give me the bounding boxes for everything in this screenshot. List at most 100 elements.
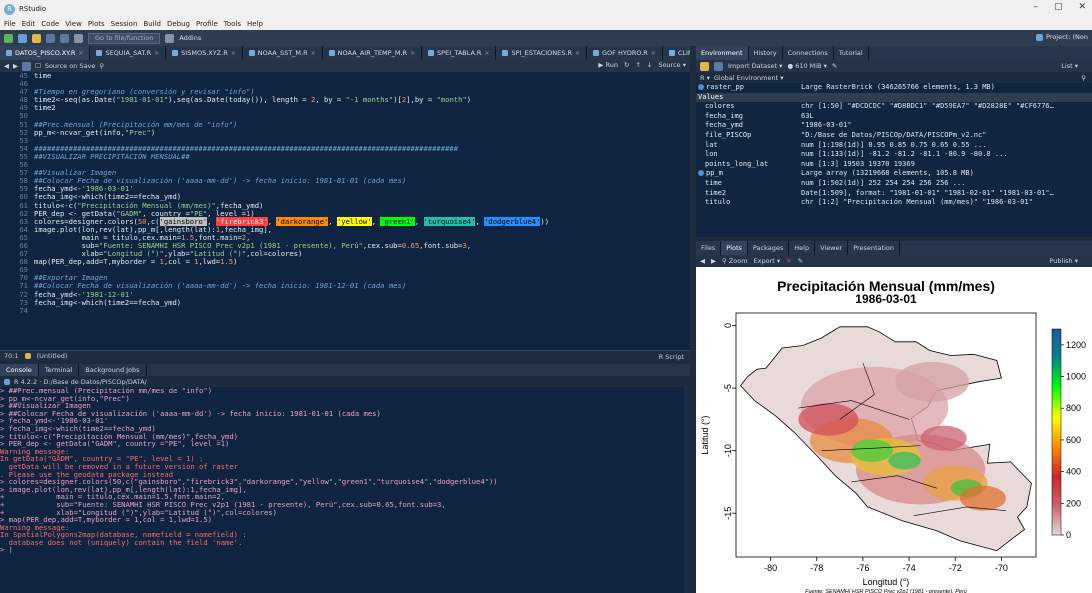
load-workspace-icon[interactable]: [700, 61, 709, 71]
console-output[interactable]: > ##Prec.mensual (Precipitación mm/mes d…: [0, 387, 684, 593]
close-tab-icon[interactable]: ×: [231, 50, 236, 57]
tab-history[interactable]: History: [749, 46, 783, 60]
editor-tab[interactable]: SISMOS.XYZ.R ×: [166, 46, 243, 60]
editor-tab[interactable]: NOAA_AIR_TEMP_M.R ×: [322, 46, 423, 60]
env-row[interactable]: fecha_img 63L: [696, 112, 1092, 122]
editor-tab[interactable]: DATOS_PISCO.XY.R ×: [0, 46, 91, 60]
save-file-icon[interactable]: [22, 61, 31, 71]
close-tab-icon[interactable]: ×: [78, 50, 83, 57]
up-arrow-icon[interactable]: ↑: [635, 61, 640, 69]
maximize-icon[interactable]: ▢: [1054, 2, 1063, 12]
next-plot-icon[interactable]: ▶: [711, 257, 716, 265]
env-row[interactable]: fecha_ymd "1986-03-01": [696, 121, 1092, 131]
minimize-icon[interactable]: –: [1033, 2, 1038, 12]
editor-tab[interactable]: SPEI_TABLA.R ×: [422, 46, 497, 60]
rerun-icon[interactable]: ↻: [624, 61, 629, 69]
close-tab-icon[interactable]: ×: [651, 50, 656, 57]
menu-item-edit[interactable]: Edit: [22, 20, 36, 28]
env-row[interactable]: time2 Date[1:509], format: "1981-01-01" "…: [696, 189, 1092, 199]
menu-item-session[interactable]: Session: [111, 20, 138, 28]
expand-icon[interactable]: [698, 84, 704, 90]
menu-item-profile[interactable]: Profile: [196, 20, 218, 28]
env-row[interactable]: points_long_lat num [1:3] 19503 19370 193…: [696, 160, 1092, 170]
tab-environment[interactable]: Environment: [696, 46, 749, 60]
new-project-icon[interactable]: [18, 33, 27, 43]
env-row[interactable]: raster_pp Large RasterBrick (346265766 el…: [696, 83, 1092, 93]
code-editor[interactable]: 45 time 46 47 #Tiempo en gregoriano (conve…: [0, 72, 690, 350]
tab-packages[interactable]: Packages: [748, 241, 790, 255]
env-row[interactable]: time num [1:502(1d)] 252 254 254 256 256 …: [696, 179, 1092, 189]
close-tab-icon[interactable]: ×: [311, 50, 316, 57]
down-arrow-icon[interactable]: ↓: [647, 61, 652, 69]
forward-icon[interactable]: ▶: [13, 62, 18, 70]
remove-plot-icon[interactable]: ✕: [786, 257, 791, 265]
menu-item-view[interactable]: View: [65, 20, 82, 28]
menu-item-file[interactable]: File: [4, 20, 16, 28]
editor-tab[interactable]: NOAA_SST_M.R ×: [242, 46, 323, 60]
search-icon[interactable]: ⚲: [99, 62, 104, 70]
source-on-save-checkbox[interactable]: ☐: [35, 62, 41, 70]
goto-file-input[interactable]: Go to file/function: [88, 32, 161, 44]
expand-icon[interactable]: [698, 170, 704, 177]
tab-plots[interactable]: Plots: [721, 241, 748, 255]
tab-tutorial[interactable]: Tutorial: [834, 46, 869, 60]
layout-icon[interactable]: [165, 33, 175, 43]
env-row[interactable]: file_PISCOp "D:/Base de Datos/PISCOp/DATA…: [696, 131, 1092, 141]
close-tab-icon[interactable]: ×: [154, 50, 159, 57]
tab-background-jobs[interactable]: Background Jobs: [79, 364, 147, 376]
menu-item-help[interactable]: Help: [247, 20, 263, 28]
tab-terminal[interactable]: Terminal: [39, 364, 80, 376]
save-all-icon[interactable]: [60, 33, 69, 43]
menu-item-debug[interactable]: Debug: [167, 20, 190, 28]
menu-item-plots[interactable]: Plots: [88, 20, 105, 28]
tab-connections[interactable]: Connections: [783, 46, 834, 60]
editor-tab[interactable]: SPI_ESTACIONES.R ×: [496, 46, 587, 60]
tab-presentation[interactable]: Presentation: [848, 241, 901, 255]
open-file-icon[interactable]: [32, 33, 41, 43]
tab-files[interactable]: Files: [696, 241, 722, 255]
env-row[interactable]: titulo chr [1:2] "Precipitación Mensual (…: [696, 198, 1092, 208]
memory-usage[interactable]: ● 610 MiB ▾: [787, 62, 826, 70]
save-workspace-icon[interactable]: [714, 61, 723, 71]
zoom-button[interactable]: ⚲ Zoom: [722, 257, 748, 265]
run-button[interactable]: ▶ Run: [598, 61, 618, 69]
close-icon[interactable]: ✕: [1078, 2, 1086, 12]
close-tab-icon[interactable]: ×: [484, 50, 489, 57]
publish-button[interactable]: Publish ▾: [1049, 257, 1078, 265]
editor-tab[interactable]: GOF HYDRO.R ×: [587, 46, 663, 60]
env-row[interactable]: colores chr [1:50] "#DCDCDC" "#D8BDC1" "#…: [696, 102, 1092, 112]
editor-tab[interactable]: SEQUIA_SAT.R ×: [90, 46, 167, 60]
tab-help[interactable]: Help: [789, 241, 816, 255]
console-scrollbar[interactable]: [684, 387, 690, 593]
editor-tab[interactable]: CLIMATO: [662, 46, 690, 60]
env-row[interactable]: Values: [696, 92, 1092, 103]
prev-plot-icon[interactable]: ◀: [700, 257, 705, 265]
search-env-icon[interactable]: ⚲: [1081, 74, 1086, 82]
project-menu[interactable]: Project: (Non: [1036, 33, 1088, 41]
language-select[interactable]: R ▾: [700, 74, 710, 82]
broom-plots-icon[interactable]: ✎: [798, 257, 803, 265]
env-row[interactable]: lon num [1:133(1d)] -81.2 -81.2 -81.1 -80…: [696, 150, 1092, 160]
save-icon[interactable]: [46, 33, 55, 43]
close-tab-icon[interactable]: ×: [410, 50, 415, 57]
broom-icon[interactable]: ✎: [832, 62, 837, 70]
env-row[interactable]: lat num [1:198(1d)] 0.95 0.85 0.75 0.65 0…: [696, 141, 1092, 151]
file-type-label[interactable]: R Script: [659, 353, 684, 361]
scope-label[interactable]: (Untitled): [37, 352, 68, 360]
list-view-button[interactable]: List ▾: [1061, 62, 1078, 70]
source-button[interactable]: Source ▾: [658, 61, 686, 69]
menu-item-build[interactable]: Build: [143, 20, 161, 28]
tab-console[interactable]: Console: [0, 364, 39, 376]
import-dataset-button[interactable]: Import Dataset ▾: [728, 62, 782, 70]
env-row[interactable]: pp_m Large array (13219668 elements, 105.…: [696, 169, 1092, 179]
tab-viewer[interactable]: Viewer: [815, 241, 849, 255]
global-environment-select[interactable]: Global Environment ▾: [714, 74, 784, 82]
addins-menu[interactable]: Addins: [179, 34, 201, 42]
menu-item-code[interactable]: Code: [41, 20, 59, 28]
menu-item-tools[interactable]: Tools: [224, 20, 241, 28]
back-icon[interactable]: ◀: [4, 62, 9, 70]
print-icon[interactable]: [74, 33, 83, 43]
export-button[interactable]: Export ▾: [754, 257, 781, 265]
close-tab-icon[interactable]: ×: [575, 50, 580, 57]
new-file-icon[interactable]: [4, 33, 13, 43]
